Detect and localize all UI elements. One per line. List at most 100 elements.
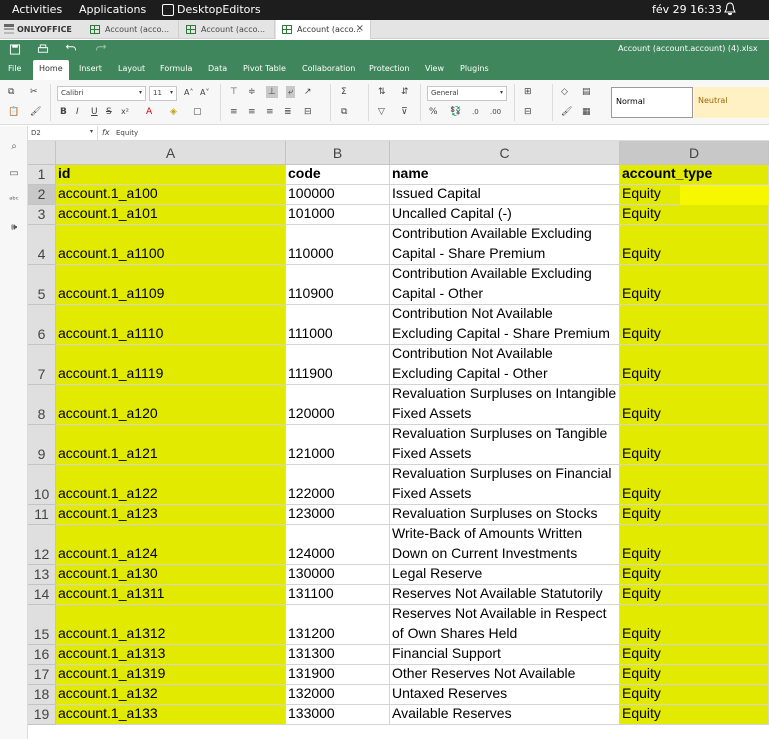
style-neutral[interactable]: Neutral xyxy=(694,87,769,118)
clear-icon[interactable]: ◇ xyxy=(561,86,568,98)
feedback-icon[interactable]: 🕪 xyxy=(7,222,21,236)
cell-name[interactable]: Revaluation Surpluses on Stocks xyxy=(390,505,620,525)
cell-type[interactable]: Equity xyxy=(620,605,769,645)
cell-id[interactable]: account.1_a1319 xyxy=(56,665,286,685)
cell-type[interactable]: Equity xyxy=(620,565,769,585)
font-size-select[interactable]: 11 ▾ xyxy=(149,86,177,101)
row-header[interactable]: 11 xyxy=(28,505,56,525)
select-all-corner[interactable] xyxy=(28,141,56,165)
cell-id[interactable]: account.1_a1109 xyxy=(56,265,286,305)
cell-type[interactable]: Equity xyxy=(620,665,769,685)
cut-icon[interactable]: ✂ xyxy=(30,86,38,98)
comments-icon[interactable]: ▭ xyxy=(7,168,21,182)
cell-id[interactable]: account.1_a1311 xyxy=(56,585,286,605)
cell-id[interactable]: account.1_a1100 xyxy=(56,225,286,265)
cell-code[interactable]: 124000 xyxy=(286,525,390,565)
format-as-table-icon[interactable]: ▦ xyxy=(582,106,591,118)
fill-color-icon[interactable]: ◈ xyxy=(170,106,177,118)
menu-data[interactable]: Data xyxy=(208,64,227,73)
copy-icon[interactable]: ⧉ xyxy=(8,86,14,98)
style-normal[interactable]: Normal xyxy=(611,87,693,118)
cell-id[interactable]: account.1_a120 xyxy=(56,385,286,425)
cell-name[interactable]: Revaluation Surpluses on Tangible Fixed … xyxy=(390,425,620,465)
cell-code[interactable]: 111900 xyxy=(286,345,390,385)
sort-ascending-icon[interactable]: ⇅ xyxy=(378,86,386,98)
cell-code[interactable]: code xyxy=(286,165,390,185)
menu-collaboration[interactable]: Collaboration xyxy=(302,64,355,73)
applications-menu[interactable]: Applications xyxy=(79,3,146,16)
borders-icon[interactable]: ▢ xyxy=(193,106,202,118)
clock[interactable]: fév 29 16:33 xyxy=(652,3,722,16)
row-header[interactable]: 7 xyxy=(28,345,56,385)
cell-type[interactable]: Equity xyxy=(620,585,769,605)
cell-id[interactable]: account.1_a1110 xyxy=(56,305,286,345)
cell-id[interactable]: account.1_a1119 xyxy=(56,345,286,385)
cell-type[interactable]: Equity xyxy=(620,425,769,465)
cell-code[interactable]: 131300 xyxy=(286,645,390,665)
redo-icon[interactable] xyxy=(95,44,107,55)
cell-code[interactable]: 131900 xyxy=(286,665,390,685)
cell-type[interactable]: Equity xyxy=(620,225,769,265)
cell-id[interactable]: account.1_a133 xyxy=(56,705,286,725)
align-top-icon[interactable]: ⊤ xyxy=(230,86,238,98)
increase-font-icon[interactable]: A˄ xyxy=(184,87,193,99)
cell-type[interactable]: Equity xyxy=(620,205,769,225)
cell-id[interactable]: account.1_a121 xyxy=(56,425,286,465)
sort-descending-icon[interactable]: ⇵ xyxy=(401,86,409,98)
cell-code[interactable]: 123000 xyxy=(286,505,390,525)
row-header[interactable]: 16 xyxy=(28,645,56,665)
percent-icon[interactable]: % xyxy=(429,106,438,118)
cell-id[interactable]: id xyxy=(56,165,286,185)
row-header[interactable]: 2 xyxy=(28,185,56,205)
merge-cells-icon[interactable]: ⊟ xyxy=(304,106,312,118)
cell-type[interactable]: Equity xyxy=(620,305,769,345)
document-tab-2[interactable]: Account (acco... xyxy=(180,20,275,39)
menu-insert[interactable]: Insert xyxy=(79,64,102,73)
named-ranges-icon[interactable]: ⧉ xyxy=(341,106,347,118)
column-header-b[interactable]: B xyxy=(286,141,390,165)
document-tab-3[interactable]: Account (acco... × xyxy=(276,20,371,39)
row-header[interactable]: 15 xyxy=(28,605,56,645)
accounting-icon[interactable]: 💱 xyxy=(450,106,461,118)
cell-id[interactable]: account.1_a101 xyxy=(56,205,286,225)
number-format-select[interactable]: General ▾ xyxy=(427,86,507,101)
cell-type[interactable]: Equity xyxy=(620,345,769,385)
cell-type[interactable]: Equity xyxy=(620,705,769,725)
column-header-c[interactable]: C xyxy=(390,141,620,165)
menu-protection[interactable]: Protection xyxy=(369,64,409,73)
row-header[interactable]: 13 xyxy=(28,565,56,585)
onlyoffice-logo[interactable]: ONLYOFFICE xyxy=(4,24,72,34)
cell-name-box[interactable]: D2 ▾ xyxy=(28,126,98,140)
row-header[interactable]: 18 xyxy=(28,685,56,705)
decrease-decimal-icon[interactable]: .0 xyxy=(472,106,479,118)
column-header-a[interactable]: A xyxy=(56,141,286,165)
row-header[interactable]: 14 xyxy=(28,585,56,605)
cell-type[interactable]: Equity xyxy=(620,505,769,525)
undo-icon[interactable] xyxy=(65,44,77,55)
cell-code[interactable]: 130000 xyxy=(286,565,390,585)
menu-layout[interactable]: Layout xyxy=(118,64,145,73)
cell-type[interactable]: Equity xyxy=(620,465,769,505)
copy-style-icon[interactable]: 🖌 xyxy=(561,106,572,118)
conditional-format-icon[interactable]: ▤ xyxy=(582,86,591,98)
cell-code[interactable]: 132000 xyxy=(286,685,390,705)
spellcheck-icon[interactable]: ᵃᵇᶜ xyxy=(7,195,21,209)
cell-code[interactable]: 131100 xyxy=(286,585,390,605)
row-header[interactable]: 1 xyxy=(28,165,56,185)
increase-decimal-icon[interactable]: .00 xyxy=(490,106,501,118)
formula-input[interactable]: Equity xyxy=(116,129,138,137)
align-right-icon[interactable]: ≡ xyxy=(266,106,274,118)
menu-pivot-table[interactable]: Pivot Table xyxy=(243,64,286,73)
strikethrough-icon[interactable]: S xyxy=(106,106,112,118)
cell-type[interactable]: Equity xyxy=(620,385,769,425)
cell-id[interactable]: account.1_a132 xyxy=(56,685,286,705)
row-header[interactable]: 3 xyxy=(28,205,56,225)
cell-name[interactable]: Untaxed Reserves xyxy=(390,685,620,705)
row-header[interactable]: 9 xyxy=(28,425,56,465)
cell-name[interactable]: Issued Capital xyxy=(390,185,620,205)
insert-cells-icon[interactable]: ⊞ xyxy=(524,86,532,98)
cell-name[interactable]: name xyxy=(390,165,620,185)
cell-id[interactable]: account.1_a100 xyxy=(56,185,286,205)
app-name[interactable]: DesktopEditors xyxy=(177,3,261,16)
row-header[interactable]: 4 xyxy=(28,225,56,265)
